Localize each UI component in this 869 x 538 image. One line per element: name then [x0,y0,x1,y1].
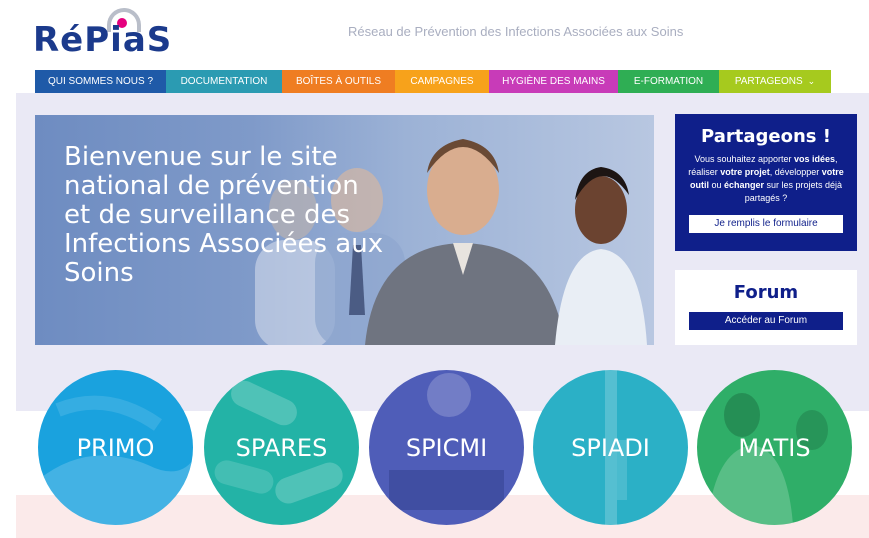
nav-item-boites-a-outils[interactable]: BOÎTES À OUTILS [282,70,395,93]
program-label: SPICMI [405,433,488,462]
program-spares[interactable]: SPARES [204,370,359,525]
nav-item-documentation[interactable]: DOCUMENTATION [166,70,282,93]
nav-label: DOCUMENTATION [180,76,268,87]
program-label: MATIS [738,433,811,462]
nav-label: E-FORMATION [633,76,704,87]
partageons-text-bold: votre projet [720,167,770,177]
page: RéPiaS Réseau de Prévention des Infectio… [0,0,869,538]
partageons-text-bold: vos idées [794,154,836,164]
nav-label: QUI SOMMES NOUS ? [47,76,153,87]
nav-item-hygiene-des-mains[interactable]: HYGIÈNE DES MAINS [489,70,618,93]
hero-banner: Bienvenue sur le site national de préven… [35,115,654,345]
site-tagline: Réseau de Prévention des Infections Asso… [348,24,684,39]
nav-item-e-formation[interactable]: E-FORMATION [618,70,719,93]
program-spiadi[interactable]: SPIADI [533,370,688,525]
access-forum-button[interactable]: Accéder au Forum [689,312,843,330]
partageons-text-bold: échanger [723,180,764,190]
program-spicmi[interactable]: SPICMI [369,370,524,525]
nav-label: HYGIÈNE DES MAINS [502,76,605,87]
nav-item-campagnes[interactable]: CAMPAGNES [395,70,489,93]
nav-item-partageons[interactable]: PARTAGEONS ⌄ [719,70,831,93]
program-label: SPARES [235,433,328,462]
program-matis[interactable]: MATIS [697,370,852,525]
fill-form-button[interactable]: Je remplis le formulaire [689,215,843,233]
main-nav: QUI SOMMES NOUS ? DOCUMENTATION BOÎTES À… [35,70,831,93]
nav-label: PARTAGEONS [734,76,803,87]
program-primo[interactable]: PRIMO [38,370,193,525]
forum-title: Forum [733,282,799,303]
nav-item-qui-sommes-nous[interactable]: QUI SOMMES NOUS ? [35,70,166,93]
partageons-panel: Partageons ! Vous souhaitez apporter vos… [675,114,857,251]
chevron-down-icon: ⌄ [807,76,816,86]
program-label: SPIADI [571,433,650,462]
site-logo[interactable]: RéPiaS [33,8,183,62]
logo-text: RéPiaS [33,20,173,60]
nav-label: BOÎTES À OUTILS [295,76,382,87]
partageons-text-part: ou [708,180,724,190]
partageons-title: Partageons ! [701,126,831,147]
partageons-text-part: Vous souhaitez apporter [694,154,795,164]
hero-title: Bienvenue sur le site national de préven… [64,142,384,288]
partageons-text: Vous souhaitez apporter vos idées, réali… [685,153,847,205]
program-label: PRIMO [76,433,155,462]
nav-label: CAMPAGNES [410,76,474,87]
forum-panel: Forum Accéder au Forum [675,270,857,345]
partageons-text-part: , développer [769,167,822,177]
